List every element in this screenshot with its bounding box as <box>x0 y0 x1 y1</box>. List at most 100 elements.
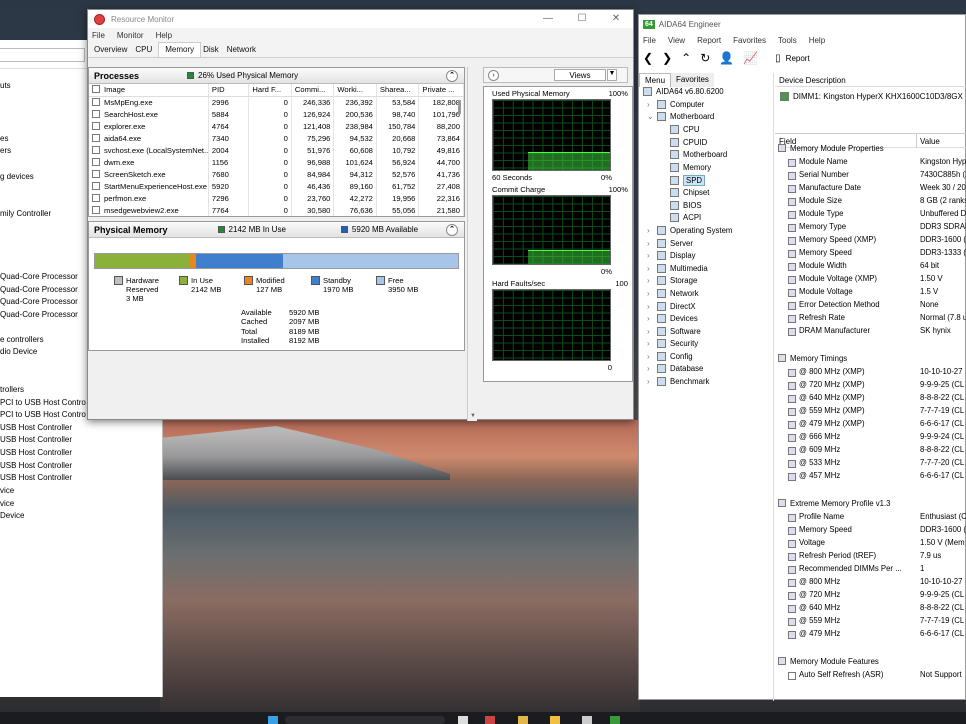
device-tree-item[interactable]: g devices <box>0 172 34 181</box>
tree-item-cpuid[interactable]: CPUID <box>670 138 707 147</box>
detail-row[interactable]: Manufacture Date Week 30 / 20 <box>775 183 966 195</box>
detail-row[interactable]: @ 720 MHz 9-9-9-25 (CL <box>775 590 966 602</box>
views-chevron-icon[interactable]: ▼ <box>607 69 617 81</box>
expander-icon[interactable]: › <box>647 339 650 348</box>
detail-row[interactable]: @ 479 MHz 6-6-6-17 (CL <box>775 629 966 641</box>
tab-disk[interactable]: Disk <box>201 45 225 57</box>
chrome-icon[interactable] <box>550 716 560 724</box>
minimize-button[interactable]: — <box>531 10 565 28</box>
aida-menu-report[interactable]: Report <box>697 36 721 45</box>
device-tree-item[interactable]: es <box>0 134 8 143</box>
tree-item-aida64-v6-80-6200[interactable]: AIDA64 v6.80.6200 <box>643 87 724 96</box>
row-checkbox[interactable] <box>92 145 100 154</box>
device-tree-item[interactable]: vice <box>0 499 14 508</box>
expander-icon[interactable]: › <box>647 264 650 273</box>
detail-row[interactable]: Module Voltage 1.5 V <box>775 287 966 299</box>
table-row[interactable]: msedgewebview2.exe 7764 0 30,580 76,636 55,05… <box>89 204 464 216</box>
expander-icon[interactable]: › <box>647 100 650 109</box>
tree-item-spd[interactable]: SPD <box>670 175 706 186</box>
processes-header[interactable]: Processes 26% Used Physical Memory ⌃ <box>89 68 464 84</box>
device-tree-item[interactable]: USB Host Controller <box>0 461 72 470</box>
close-button[interactable]: ✕ <box>599 10 633 28</box>
table-row[interactable]: perfmon.exe 7296 0 23,760 42,272 19,956 22,316 <box>89 192 464 204</box>
tree-item-computer[interactable]: › Computer <box>647 100 704 109</box>
tab-overview[interactable]: Overview <box>92 45 133 57</box>
expander-icon[interactable]: › <box>647 302 650 311</box>
expander-icon[interactable]: › <box>647 226 650 235</box>
aida-icon[interactable] <box>610 716 620 724</box>
device-tree-item[interactable]: vice <box>0 486 14 495</box>
tree-item-multimedia[interactable]: › Multimedia <box>647 264 708 273</box>
detail-row[interactable]: Memory Speed DDR3-1333 (6 <box>775 248 966 260</box>
back-icon[interactable]: ❮ <box>643 51 653 65</box>
windows-icon[interactable] <box>268 716 278 724</box>
views-dropdown[interactable]: Views <box>554 69 606 81</box>
column-header[interactable]: Worki... <box>333 84 377 97</box>
tree-item-cpu[interactable]: CPU <box>670 125 699 134</box>
aida-menu-file[interactable]: File <box>643 36 656 45</box>
aida-menu-help[interactable]: Help <box>809 36 825 45</box>
aida-menu-view[interactable]: View <box>668 36 685 45</box>
tree-item-storage[interactable]: › Storage <box>647 276 697 285</box>
tab-favorites[interactable]: Favorites <box>671 73 714 87</box>
column-header[interactable]: Sharea... <box>376 84 420 97</box>
detail-row[interactable]: Refresh Rate Normal (7.8 u <box>775 313 966 325</box>
expander-icon[interactable]: › <box>647 289 650 298</box>
detail-row[interactable]: @ 559 MHz (XMP) 7-7-7-19 (CL <box>775 406 966 418</box>
expander-icon[interactable]: › <box>647 239 650 248</box>
detail-row[interactable]: Error Detection Method None <box>775 300 966 312</box>
device-tree-item[interactable]: Device <box>0 511 24 520</box>
maximize-button[interactable]: ☐ <box>565 10 599 28</box>
detail-row[interactable]: Refresh Period (tREF) 7.9 us <box>775 551 966 563</box>
forward-icon[interactable]: ❯ <box>662 51 672 65</box>
menu-item-monitor[interactable]: Monitor <box>117 31 144 40</box>
column-header[interactable]: Image <box>89 84 209 97</box>
menu-item-file[interactable]: File <box>92 31 105 40</box>
expander-icon[interactable]: › <box>647 352 650 361</box>
collapse-physical-button[interactable]: ⌃ <box>446 224 458 236</box>
aida-title-bar[interactable]: 64 AIDA64 Engineer <box>639 15 965 33</box>
detail-row[interactable]: @ 640 MHz (XMP) 8-8-8-22 (CL <box>775 393 966 405</box>
chart-icon[interactable]: 📈 <box>743 51 758 65</box>
detail-row[interactable]: Module Type Unbuffered D <box>775 209 966 221</box>
table-row[interactable]: svchost.exe (LocalSystemNet... 2004 0 51,97… <box>89 144 464 156</box>
tab-memory[interactable]: Memory <box>158 42 202 57</box>
detail-row[interactable]: @ 559 MHz 7-7-7-19 (CL <box>775 616 966 628</box>
up-icon[interactable]: ⌃ <box>681 51 691 65</box>
device-tree-item[interactable]: USB Host Controller <box>0 448 72 457</box>
detail-row[interactable]: Voltage 1.50 V (Mem <box>775 538 966 550</box>
row-checkbox[interactable] <box>92 205 100 214</box>
expander-icon[interactable]: › <box>647 251 650 260</box>
table-row[interactable]: dwm.exe 1156 0 96,988 101,624 56,924 44,700 <box>89 156 464 168</box>
device-tree-item[interactable]: uts <box>0 81 11 90</box>
app-icon[interactable] <box>582 716 592 724</box>
report-button[interactable]: ▯ Report <box>775 53 810 64</box>
detail-row[interactable]: @ 457 MHz 6-6-6-17 (CL <box>775 471 966 483</box>
detail-row[interactable]: Module Width 64 bit <box>775 261 966 273</box>
table-row[interactable]: aida64.exe 7340 0 75,296 94,532 20,668 73,864 <box>89 132 464 144</box>
tree-item-network[interactable]: › Network <box>647 289 699 298</box>
detail-row[interactable]: Profile Name Enthusiast (C <box>775 512 966 524</box>
detail-row[interactable]: @ 720 MHz (XMP) 9-9-9-25 (CL <box>775 380 966 392</box>
collapse-processes-button[interactable]: ⌃ <box>446 70 458 82</box>
row-checkbox[interactable] <box>92 121 100 130</box>
table-row[interactable]: StartMenuExperienceHost.exe 5920 0 46,436 89… <box>89 180 464 192</box>
expand-graphs-button[interactable]: › <box>488 70 499 81</box>
detail-row[interactable]: Serial Number 7430C885h (2 <box>775 170 966 182</box>
detail-row[interactable]: Memory Speed DDR3-1600 (8 <box>775 525 966 537</box>
tree-item-chipset[interactable]: Chipset <box>670 188 709 197</box>
tree-item-software[interactable]: › Software <box>647 327 701 336</box>
tree-item-security[interactable]: › Security <box>647 339 698 348</box>
device-tree-item[interactable]: PCI to USB Host Contro <box>0 410 86 419</box>
expander-icon[interactable]: › <box>647 377 650 386</box>
device-tree-item[interactable]: dio Device <box>0 347 37 356</box>
detail-row[interactable]: @ 479 MHz (XMP) 6-6-6-17 (CL <box>775 419 966 431</box>
tree-item-memory[interactable]: Memory <box>670 163 711 172</box>
row-checkbox[interactable] <box>92 133 100 142</box>
device-tree-item[interactable]: trollers <box>0 385 24 394</box>
table-row[interactable]: explorer.exe 4764 0 121,408 238,984 150,784 88… <box>89 120 464 132</box>
tree-item-server[interactable]: › Server <box>647 239 693 248</box>
expander-icon[interactable]: › <box>647 314 650 323</box>
column-divider[interactable] <box>916 134 917 148</box>
aida-menu-tools[interactable]: Tools <box>778 36 797 45</box>
